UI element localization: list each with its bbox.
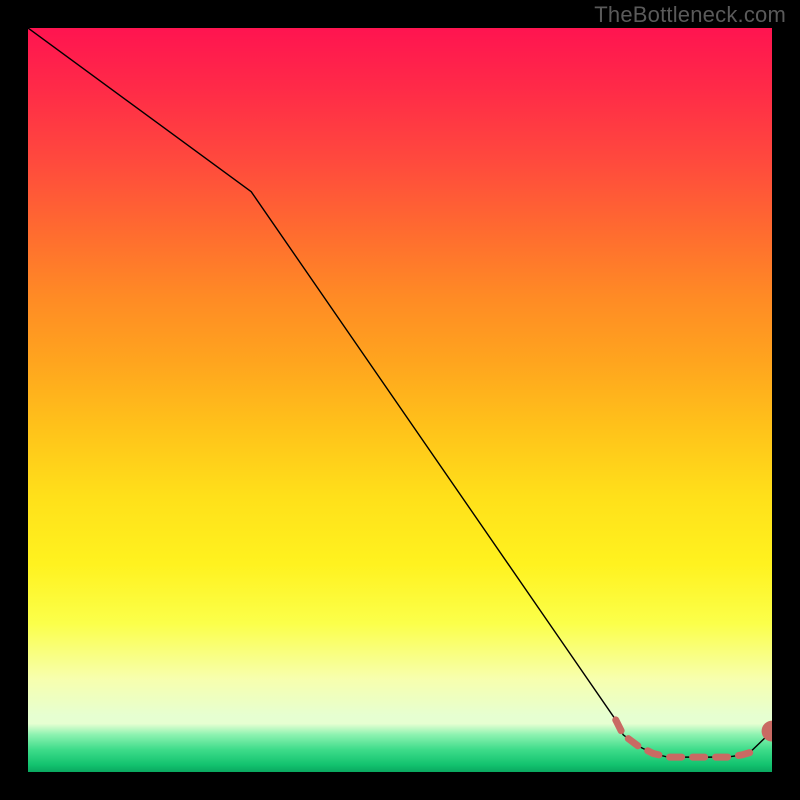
end-dot	[762, 721, 772, 742]
series-dashed-bottom	[616, 720, 750, 757]
chart-frame: TheBottleneck.com	[0, 0, 800, 800]
chart-svg	[28, 28, 772, 772]
plot-area	[28, 28, 772, 772]
watermark-text: TheBottleneck.com	[594, 2, 786, 28]
series-curve	[28, 28, 772, 757]
